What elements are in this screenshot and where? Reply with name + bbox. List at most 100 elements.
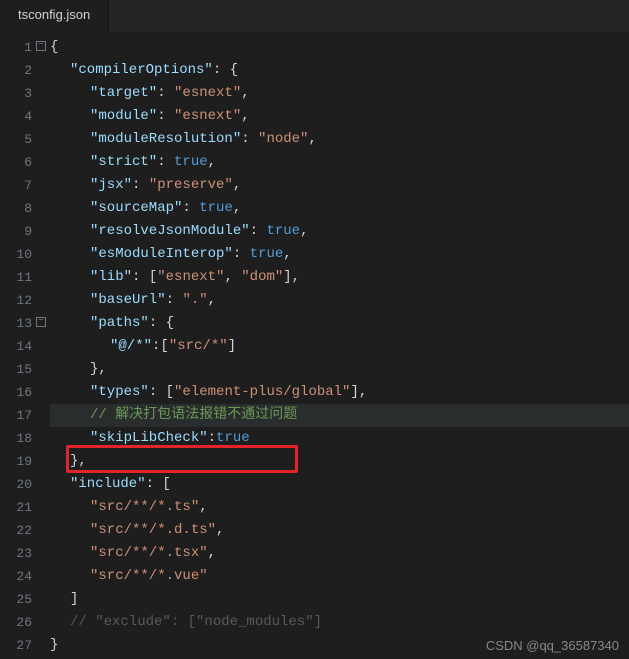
token-p: , [283,246,291,262]
token-k: "strict" [90,154,157,170]
token-p: : [ [146,476,171,492]
code-line[interactable]: "src/**/*.ts", [50,496,629,519]
code-line[interactable]: "target": "esnext", [50,82,629,105]
line-number: 1− [0,36,42,59]
code-line[interactable]: // "exclude": ["node_modules"] [50,611,629,634]
line-number: 25 [0,588,42,611]
token-cd: // "exclude": ["node_modules"] [70,614,322,630]
code-line[interactable]: "types": ["element-plus/global"], [50,381,629,404]
line-number: 7 [0,174,42,197]
token-p: }, [90,361,107,377]
token-s: "dom" [241,269,283,285]
token-k: "module" [90,108,157,124]
tab-tsconfig[interactable]: tsconfig.json [0,0,109,32]
token-s: "esnext" [174,108,241,124]
token-k: "baseUrl" [90,292,166,308]
line-number: 16 [0,381,42,404]
token-p: : { [213,62,238,78]
token-p: : { [149,315,174,331]
line-number: 4 [0,105,42,128]
token-p: : [250,223,267,239]
token-s: "." [182,292,207,308]
token-p: }, [70,453,87,469]
line-number: 20 [0,473,42,496]
line-number: 15 [0,358,42,381]
token-p: ] [70,591,78,607]
token-b: true [199,200,233,216]
token-s: "node" [258,131,308,147]
token-p: , [241,85,249,101]
code-line[interactable]: { [50,36,629,59]
token-p: , [208,292,216,308]
code-line[interactable]: "baseUrl": ".", [50,289,629,312]
token-s: "src/*" [169,338,228,354]
code-line[interactable]: "moduleResolution": "node", [50,128,629,151]
code-line[interactable]: "include": [ [50,473,629,496]
line-number: 23 [0,542,42,565]
token-p: : [166,292,183,308]
token-p: , [308,131,316,147]
token-p: : [ [132,269,157,285]
code-line[interactable]: }, [50,358,629,381]
token-p: , [199,499,207,515]
line-number: 11 [0,266,42,289]
line-number: 14 [0,335,42,358]
token-p: , [241,108,249,124]
token-k: "lib" [90,269,132,285]
line-number: 18 [0,427,42,450]
token-k: "target" [90,85,157,101]
token-s: "src/**/*.ts" [90,499,199,515]
token-p: : [157,108,174,124]
token-k: "types" [90,384,149,400]
code-line[interactable]: "esModuleInterop": true, [50,243,629,266]
line-number: 8 [0,197,42,220]
code-line[interactable]: "src/**/*.vue" [50,565,629,588]
token-k: "sourceMap" [90,200,182,216]
token-p: : [132,177,149,193]
line-number: 19 [0,450,42,473]
code-line[interactable]: "@/*":["src/*"] [50,335,629,358]
code-line[interactable]: "src/**/*.tsx", [50,542,629,565]
token-s: "src/**/*.d.ts" [90,522,216,538]
line-number: 24 [0,565,42,588]
token-b: true [174,154,208,170]
code-line[interactable]: }, [50,450,629,473]
code-line[interactable]: "skipLibCheck":true [50,427,629,450]
token-p: : [208,430,216,446]
code-line[interactable]: "resolveJsonModule": true, [50,220,629,243]
token-s: "esnext" [174,85,241,101]
code-line[interactable]: "sourceMap": true, [50,197,629,220]
line-number: 5 [0,128,42,151]
token-p: , [233,177,241,193]
token-k: "skipLibCheck" [90,430,208,446]
code-line[interactable]: "strict": true, [50,151,629,174]
code-line[interactable]: "compilerOptions": { [50,59,629,82]
token-p: ], [283,269,300,285]
token-p: , [208,545,216,561]
token-s: "src/**/*.vue" [90,568,208,584]
code-line[interactable]: ] [50,588,629,611]
code-line[interactable]: "src/**/*.d.ts", [50,519,629,542]
code-line[interactable]: // 解决打包语法报错不通过问题 [50,404,629,427]
line-number-gutter: 1−2345678910111213−141516171819202122232… [0,32,42,659]
code-line[interactable]: "jsx": "preserve", [50,174,629,197]
token-p: ] [228,338,236,354]
editor: 1−2345678910111213−141516171819202122232… [0,32,629,659]
token-k: "resolveJsonModule" [90,223,250,239]
watermark: CSDN @qq_36587340 [486,638,619,653]
token-p: : [241,131,258,147]
code-line[interactable]: "module": "esnext", [50,105,629,128]
line-number: 13− [0,312,42,335]
token-p: , [208,154,216,170]
token-k: "moduleResolution" [90,131,241,147]
token-p: , [224,269,241,285]
code-line[interactable]: "paths": { [50,312,629,335]
line-number: 26 [0,611,42,634]
token-s: "element-plus/global" [174,384,350,400]
line-number: 9 [0,220,42,243]
code-area[interactable]: {"compilerOptions": {"target": "esnext",… [42,32,629,659]
token-p: , [233,200,241,216]
line-number: 12 [0,289,42,312]
code-line[interactable]: "lib": ["esnext", "dom"], [50,266,629,289]
token-k: "jsx" [90,177,132,193]
